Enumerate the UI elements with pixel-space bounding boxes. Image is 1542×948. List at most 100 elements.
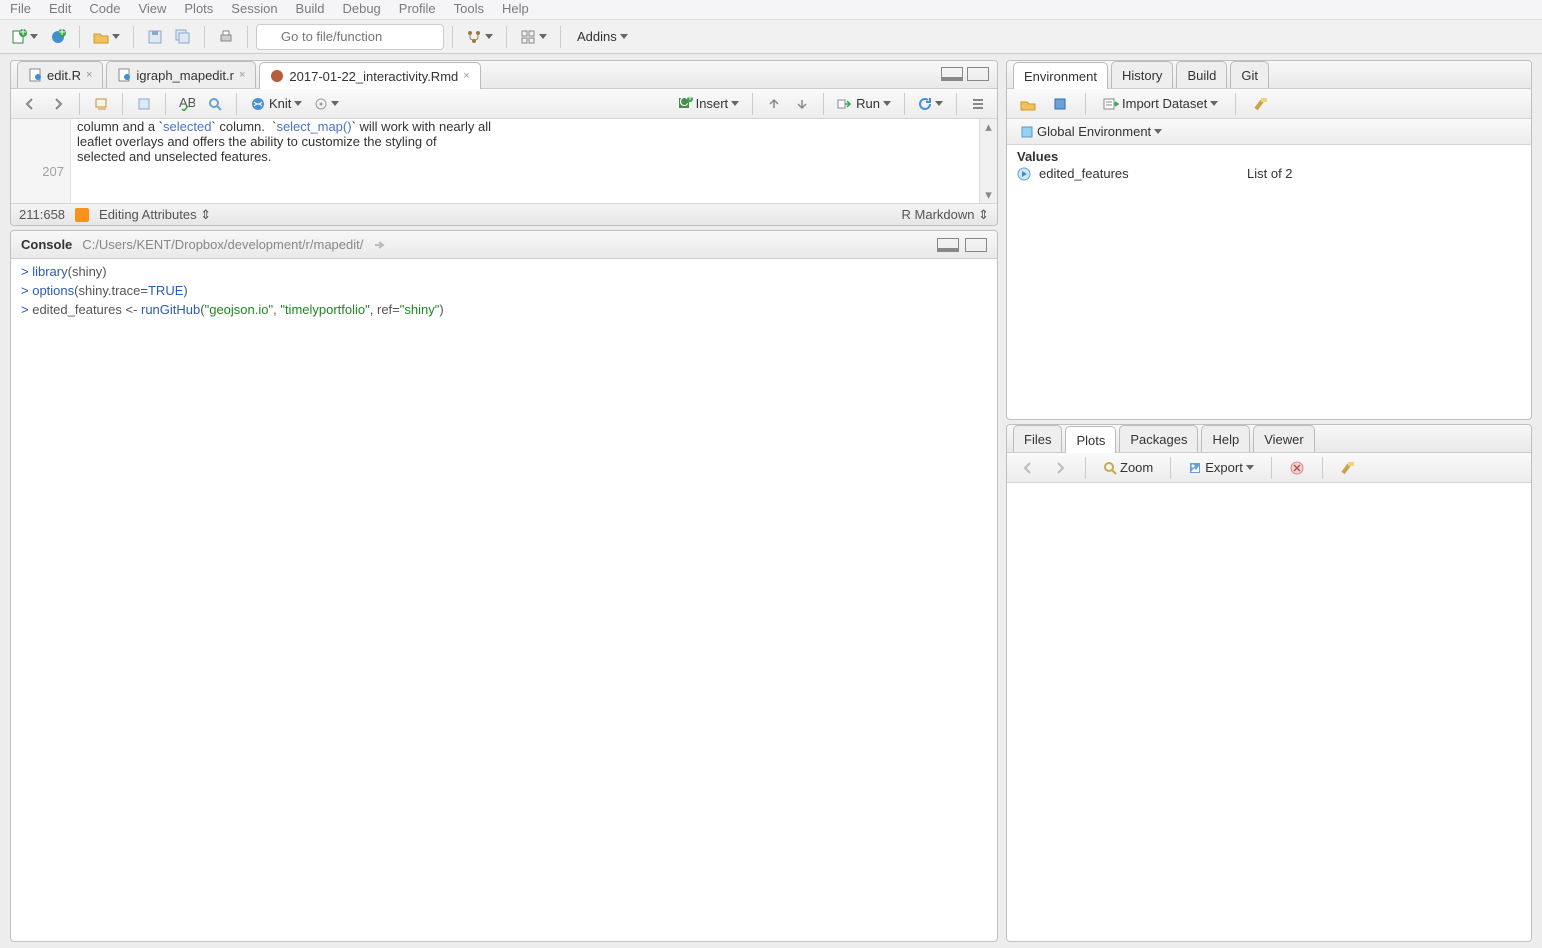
plot-canvas (1007, 483, 1531, 941)
source-pane: edit.R×igraph_mapedit.r×2017-01-22_inter… (10, 60, 998, 226)
plot-prev-button[interactable] (1015, 455, 1041, 481)
source-status-bar: 211:658 Editing Attributes ⇕ R Markdown … (11, 203, 997, 225)
main-toolbar: + + Addins (0, 20, 1542, 54)
tab-history[interactable]: History (1111, 61, 1173, 88)
svg-text:+: + (58, 29, 66, 39)
save-button[interactable] (142, 24, 168, 50)
menu-bar: File Edit Code View Plots Session Build Debug Pr… (0, 0, 1542, 20)
console-title: Console (21, 237, 72, 252)
run-button[interactable]: Run (832, 91, 896, 117)
tab-igraph-mapedit-r[interactable]: igraph_mapedit.r × (106, 61, 256, 88)
console-popout-icon[interactable] (373, 238, 387, 252)
save-workspace-button[interactable] (1047, 91, 1073, 117)
go-prev-chunk-button[interactable] (761, 91, 787, 117)
back-button[interactable] (17, 91, 43, 117)
panes-button[interactable] (515, 24, 552, 50)
save-source-button[interactable] (131, 91, 157, 117)
editor-scrollbar[interactable]: ▴▾ (979, 119, 997, 203)
file-type-indicator[interactable]: R Markdown ⇕ (902, 207, 989, 223)
cursor-position: 211:658 (19, 207, 65, 222)
console-minimize-icon[interactable] (937, 238, 959, 252)
expand-icon[interactable] (1017, 167, 1031, 181)
zoom-button[interactable]: Zoom (1098, 455, 1158, 481)
source-toolbar: ABC Knit C+ Insert (11, 89, 997, 119)
tab-edit-r[interactable]: edit.R × (17, 61, 103, 88)
menu-tools[interactable]: Tools (454, 0, 484, 19)
find-replace-button[interactable] (202, 91, 228, 117)
clear-workspace-button[interactable] (1248, 91, 1274, 117)
plots-tabs: FilesPlotsPackagesHelpViewer (1007, 425, 1531, 453)
outline-button[interactable] (965, 91, 991, 117)
clear-plots-button[interactable] (1335, 455, 1361, 481)
code-editor[interactable]: 207 column and a `selected` column. `sel… (11, 119, 997, 203)
environment-list: Values edited_features List of 2 (1007, 145, 1531, 419)
svg-text:+: + (19, 29, 27, 39)
minimize-pane-icon[interactable] (941, 67, 963, 81)
menu-help[interactable]: Help (502, 0, 529, 19)
show-in-new-window-button[interactable] (88, 91, 114, 117)
r-file-icon (117, 68, 131, 82)
environment-pane: EnvironmentHistoryBuildGit Import Datase… (1006, 60, 1532, 420)
menu-edit[interactable]: Edit (49, 0, 71, 19)
plot-next-button[interactable] (1047, 455, 1073, 481)
close-tab-icon[interactable]: × (239, 69, 245, 81)
tab-environment[interactable]: Environment (1013, 62, 1108, 89)
menu-view[interactable]: View (138, 0, 166, 19)
plots-toolbar: Zoom Export (1007, 453, 1531, 483)
editor-gutter: 207 (11, 119, 71, 203)
environment-tabs: EnvironmentHistoryBuildGit (1007, 61, 1531, 89)
console-output[interactable]: > library(shiny) > options(shiny.trace=T… (11, 259, 997, 941)
plots-pane: FilesPlotsPackagesHelpViewer Zoom Export (1006, 424, 1532, 942)
env-variable-row[interactable]: edited_features List of 2 (1017, 164, 1521, 183)
tab-label: 2017-01-22_interactivity.Rmd (289, 69, 458, 84)
tab-viewer[interactable]: Viewer (1253, 425, 1315, 452)
spellcheck-button[interactable]: ABC (174, 91, 200, 117)
import-dataset-button[interactable]: Import Dataset (1098, 91, 1223, 117)
source-tabs: edit.R×igraph_mapedit.r×2017-01-22_inter… (11, 61, 997, 89)
export-button[interactable]: Export (1183, 455, 1259, 481)
tab-git[interactable]: Git (1230, 61, 1269, 88)
restart-run-all-button[interactable] (913, 91, 948, 117)
addins-button[interactable]: Addins (569, 24, 633, 50)
version-control-button[interactable] (461, 24, 498, 50)
menu-session[interactable]: Session (231, 0, 277, 19)
load-workspace-button[interactable] (1015, 91, 1041, 117)
settings-button[interactable] (309, 91, 344, 117)
knit-button[interactable]: Knit (245, 91, 307, 117)
console-pane: Console C:/Users/KENT/Dropbox/developmen… (10, 230, 998, 942)
menu-debug[interactable]: Debug (342, 0, 380, 19)
close-tab-icon[interactable]: × (463, 70, 469, 82)
go-next-chunk-button[interactable] (789, 91, 815, 117)
save-all-button[interactable] (170, 24, 196, 50)
goto-file-function-input[interactable] (256, 24, 444, 50)
maximize-pane-icon[interactable] (967, 67, 989, 81)
new-project-button[interactable]: + (45, 24, 71, 50)
svg-text:+: + (686, 96, 693, 104)
forward-button[interactable] (45, 91, 71, 117)
tab-build[interactable]: Build (1176, 61, 1227, 88)
menu-code[interactable]: Code (89, 0, 120, 19)
print-button[interactable] (213, 24, 239, 50)
tab-label: igraph_mapedit.r (136, 68, 234, 83)
tab-label: edit.R (47, 68, 81, 83)
tab-plots[interactable]: Plots (1065, 426, 1116, 453)
environment-scope-selector[interactable]: Global Environment (1015, 119, 1167, 145)
console-maximize-icon[interactable] (965, 238, 987, 252)
tab-files[interactable]: Files (1013, 425, 1062, 452)
environment-toolbar: Import Dataset (1007, 89, 1531, 119)
open-file-button[interactable] (88, 24, 125, 50)
close-tab-icon[interactable]: × (86, 69, 92, 81)
tab-help[interactable]: Help (1201, 425, 1250, 452)
status-mode[interactable]: Editing Attributes ⇕ (99, 207, 211, 223)
menu-plots[interactable]: Plots (184, 0, 213, 19)
values-section-header: Values (1017, 149, 1521, 164)
remove-plot-button[interactable] (1284, 455, 1310, 481)
new-file-button[interactable]: + (6, 24, 43, 50)
menu-build[interactable]: Build (296, 0, 325, 19)
menu-file[interactable]: File (10, 0, 31, 19)
insert-chunk-button[interactable]: C+ Insert (672, 91, 745, 117)
r-file-icon (28, 68, 42, 82)
menu-profile[interactable]: Profile (399, 0, 436, 19)
tab-packages[interactable]: Packages (1119, 425, 1198, 452)
tab-2017-01-22-interactivity-rmd[interactable]: 2017-01-22_interactivity.Rmd × (259, 62, 480, 89)
